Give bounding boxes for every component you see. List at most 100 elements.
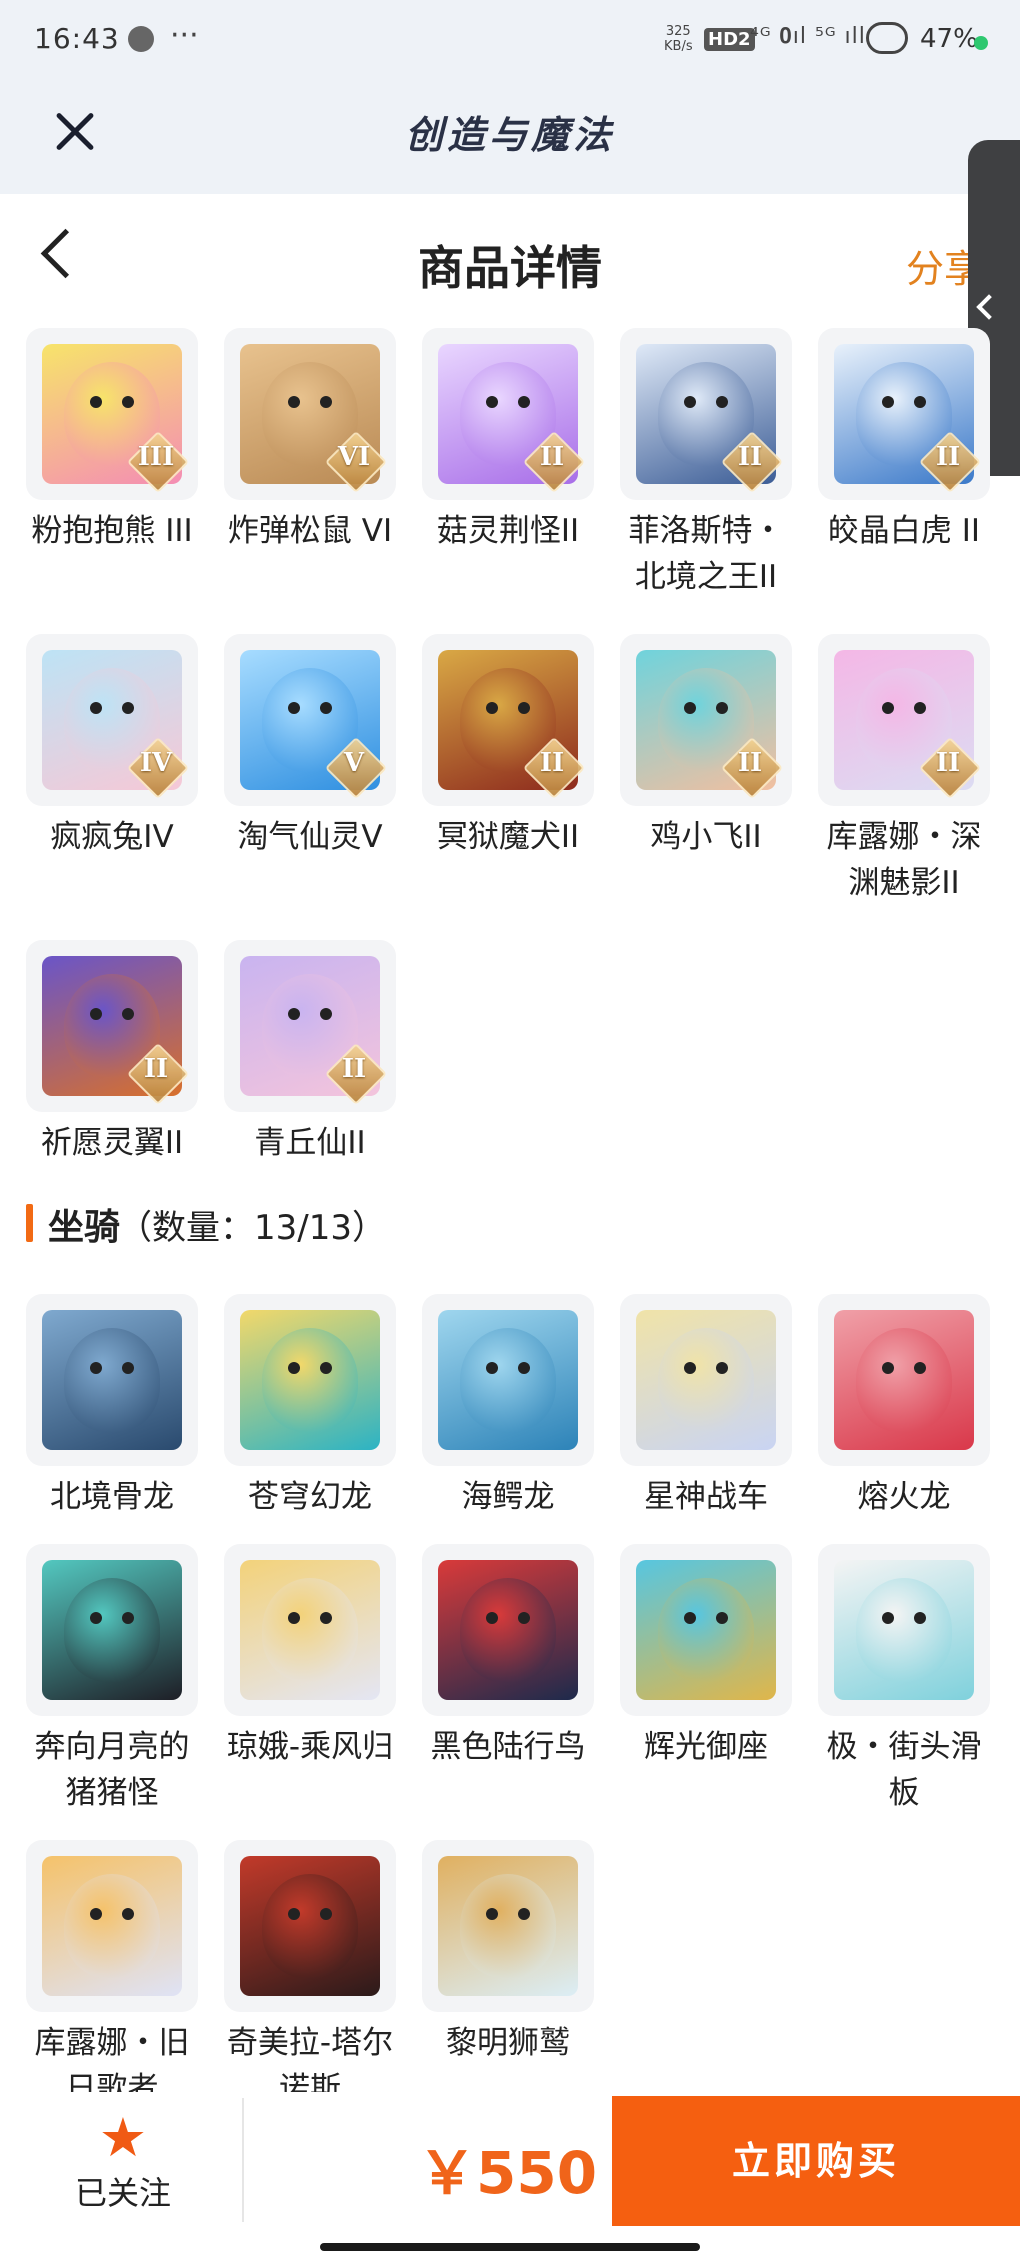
pet-item[interactable]: II 菲洛斯特・北境之王II xyxy=(620,328,792,600)
rank-badge: II xyxy=(720,736,784,800)
buy-now-button[interactable]: 立即购买 xyxy=(612,2096,1020,2226)
mounts-grid: 北境骨龙 苍穹幻龙 海鳄龙 星神战车 熔火龙奔向月亮的猪猪怪 琼娥-乘风归 黑色陆行鸟 辉光御… xyxy=(26,1294,1002,2112)
pet-item[interactable]: VI 炸弹松鼠 VI xyxy=(224,328,396,600)
pet-thumbnail[interactable]: II xyxy=(422,328,594,500)
divider xyxy=(242,2098,244,2222)
creature-eye xyxy=(288,1008,300,1020)
mount-item[interactable]: 奇美拉-塔尔诺斯 xyxy=(224,1840,396,2112)
network-speed: 325 KB/s xyxy=(664,24,693,54)
pet-thumbnail[interactable]: V xyxy=(224,634,396,806)
mount-item[interactable]: 黎明狮鹫 xyxy=(422,1840,594,2112)
item-name: 极・街头滑板 xyxy=(826,1729,982,1811)
mount-thumbnail[interactable] xyxy=(818,1294,990,1466)
mount-thumbnail[interactable] xyxy=(26,1294,198,1466)
rank-numeral: II xyxy=(341,1054,367,1084)
creature-eye xyxy=(288,1612,300,1624)
mount-thumbnail[interactable] xyxy=(422,1840,594,2012)
item-artwork xyxy=(240,1856,380,1996)
creature-eye xyxy=(882,1362,894,1374)
pet-thumbnail[interactable]: II xyxy=(818,328,990,500)
pet-item[interactable]: III 粉抱抱熊 III xyxy=(26,328,198,600)
rank-numeral: II xyxy=(143,1054,169,1084)
mount-thumbnail[interactable] xyxy=(818,1544,990,1716)
creature-eye xyxy=(288,1908,300,1920)
mount-thumbnail[interactable] xyxy=(224,1294,396,1466)
creature-eye xyxy=(320,1612,332,1624)
mount-thumbnail[interactable] xyxy=(620,1294,792,1466)
mount-item[interactable]: 海鳄龙 xyxy=(422,1294,594,1520)
mount-thumbnail[interactable] xyxy=(224,1544,396,1716)
creature-figure xyxy=(856,1328,952,1432)
creature-eye xyxy=(90,1612,102,1624)
mount-item[interactable]: 库露娜・旧日歌者 xyxy=(26,1840,198,2112)
creature-eye xyxy=(90,1908,102,1920)
rank-numeral: II xyxy=(737,748,763,778)
pet-item[interactable]: II 菇灵荆怪II xyxy=(422,328,594,600)
pet-item[interactable]: II 冥狱魔犬II xyxy=(422,634,594,906)
rank-numeral: VI xyxy=(337,442,371,472)
rank-badge: V xyxy=(324,736,388,800)
mount-item[interactable]: 辉光御座 xyxy=(620,1544,792,1816)
creature-figure xyxy=(64,1578,160,1682)
mount-item[interactable]: 黑色陆行鸟 xyxy=(422,1544,594,1816)
wrench-icon xyxy=(128,26,154,52)
item-name: 菲洛斯特・北境之王II xyxy=(628,513,784,595)
mount-item[interactable]: 奔向月亮的猪猪怪 xyxy=(26,1544,198,1816)
mount-item[interactable]: 琼娥-乘风归 xyxy=(224,1544,396,1816)
pet-item[interactable]: IV 疯疯兔IV xyxy=(26,634,198,906)
creature-eye xyxy=(486,1362,498,1374)
mount-item[interactable]: 星神战车 xyxy=(620,1294,792,1520)
item-artwork xyxy=(438,1560,578,1700)
pet-thumbnail[interactable]: IV xyxy=(26,634,198,806)
rank-numeral: II xyxy=(935,442,961,472)
pet-item[interactable]: II 鸡小飞II xyxy=(620,634,792,906)
rank-badge: II xyxy=(324,1042,388,1106)
creature-eye xyxy=(716,396,728,408)
star-icon[interactable]: ★ xyxy=(95,2111,151,2165)
pet-thumbnail[interactable]: II xyxy=(26,940,198,1112)
network-speed-unit: KB/s xyxy=(664,39,693,54)
rank-badge: II xyxy=(720,430,784,494)
creature-eye xyxy=(518,702,530,714)
more-icon: ··· xyxy=(170,18,199,53)
pet-item[interactable]: V 淘气仙灵V xyxy=(224,634,396,906)
creature-eye xyxy=(90,396,102,408)
mount-item[interactable]: 北境骨龙 xyxy=(26,1294,198,1520)
mount-thumbnail[interactable] xyxy=(620,1544,792,1716)
section-count: （数量：13/13） xyxy=(118,1208,386,1248)
creature-eye xyxy=(882,1612,894,1624)
pet-thumbnail[interactable]: II xyxy=(620,328,792,500)
item-name: 熔火龙 xyxy=(857,1479,951,1515)
pet-thumbnail[interactable]: II xyxy=(620,634,792,806)
item-name: 冥狱魔犬II xyxy=(436,819,580,855)
hd-icon: HD2 xyxy=(704,28,755,51)
pet-thumbnail[interactable]: II xyxy=(422,634,594,806)
mount-thumbnail[interactable] xyxy=(422,1544,594,1716)
item-artwork xyxy=(438,1856,578,1996)
pet-item[interactable]: II 青丘仙II xyxy=(224,940,396,1166)
pet-item[interactable]: II 祈愿灵翼II xyxy=(26,940,198,1166)
creature-eye xyxy=(684,1362,696,1374)
pet-thumbnail[interactable]: II xyxy=(818,634,990,806)
creature-eye xyxy=(914,1362,926,1374)
pet-thumbnail[interactable]: III xyxy=(26,328,198,500)
follow-label[interactable]: 已关注 xyxy=(60,2168,186,2214)
creature-eye xyxy=(320,396,332,408)
creature-eye xyxy=(882,702,894,714)
mount-thumbnail[interactable] xyxy=(26,1840,198,2012)
mount-item[interactable]: 极・街头滑板 xyxy=(818,1544,990,1816)
creature-eye xyxy=(518,1362,530,1374)
creature-eye xyxy=(90,1008,102,1020)
item-artwork xyxy=(42,1856,182,1996)
mount-item[interactable]: 苍穹幻龙 xyxy=(224,1294,396,1520)
mount-item[interactable]: 熔火龙 xyxy=(818,1294,990,1520)
pet-item[interactable]: II 皎晶白虎 II xyxy=(818,328,990,600)
mount-thumbnail[interactable] xyxy=(224,1840,396,2012)
creature-eye xyxy=(122,702,134,714)
item-name: 疯疯兔IV xyxy=(50,819,174,855)
mount-thumbnail[interactable] xyxy=(422,1294,594,1466)
mount-thumbnail[interactable] xyxy=(26,1544,198,1716)
pet-thumbnail[interactable]: II xyxy=(224,940,396,1112)
pet-item[interactable]: II 库露娜・深渊魅影II xyxy=(818,634,990,906)
pet-thumbnail[interactable]: VI xyxy=(224,328,396,500)
